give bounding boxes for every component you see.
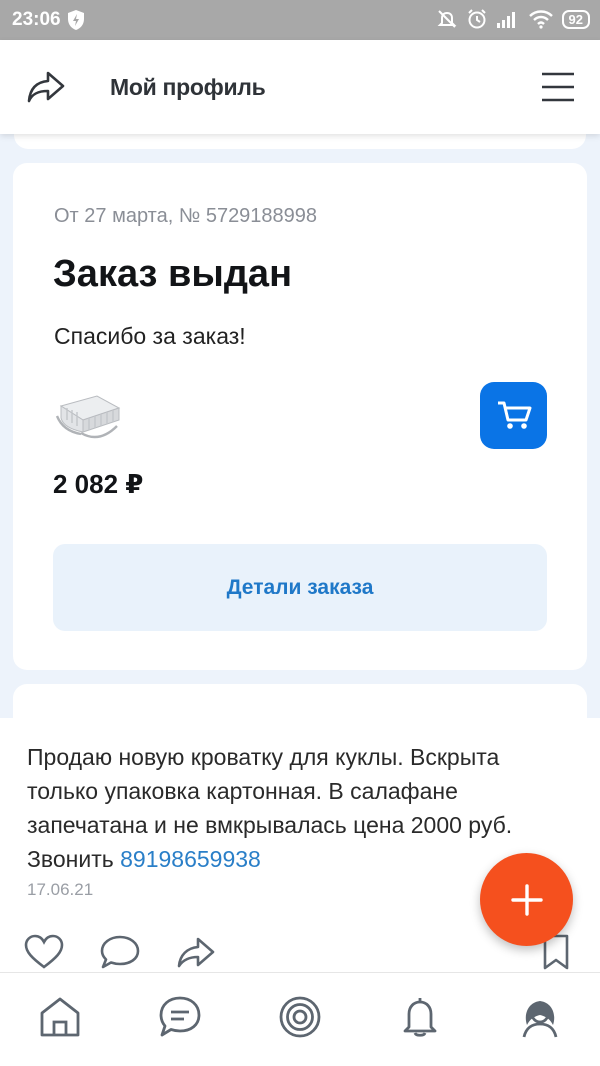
status-time: 23:06 bbox=[12, 9, 61, 30]
order-card[interactable]: От 27 марта, № 5729188998 Заказ выдан Сп… bbox=[13, 163, 587, 670]
share-icon[interactable] bbox=[26, 69, 66, 105]
signal-icon bbox=[496, 12, 515, 28]
create-post-button[interactable] bbox=[480, 853, 573, 946]
post-date: 17.06.21 bbox=[27, 880, 94, 899]
add-to-cart-button[interactable] bbox=[480, 382, 547, 449]
messages-icon[interactable] bbox=[158, 995, 202, 1039]
status-icons: 92 bbox=[436, 8, 590, 30]
status-bar: 23:06 92 bbox=[0, 0, 600, 40]
target-icon[interactable] bbox=[278, 995, 322, 1039]
comment-icon[interactable] bbox=[100, 934, 140, 970]
battery-icon: 92 bbox=[561, 9, 590, 29]
post-phone-link[interactable]: 89198659938 bbox=[120, 846, 261, 872]
cart-icon bbox=[497, 401, 531, 429]
post-body: Продаю новую кроватку для куклы. Вскрыта… bbox=[27, 744, 513, 872]
home-icon[interactable] bbox=[38, 995, 82, 1039]
post-text: Продаю новую кроватку для куклы. Вскрыта… bbox=[27, 740, 567, 876]
bottom-navigation bbox=[0, 972, 600, 1066]
wifi-icon bbox=[528, 10, 553, 29]
order-thanks: Спасибо за заказ! bbox=[54, 323, 246, 349]
order-status: Заказ выдан bbox=[53, 253, 293, 295]
page-title: Мой профиль bbox=[110, 74, 266, 100]
like-icon[interactable] bbox=[24, 934, 64, 970]
mute-icon bbox=[437, 10, 456, 28]
order-meta: От 27 марта, № 5729188998 bbox=[54, 205, 318, 227]
order-price: 2 082 ₽ bbox=[53, 469, 144, 499]
previous-card bbox=[14, 134, 586, 149]
repost-icon[interactable] bbox=[176, 934, 216, 970]
plus-icon bbox=[510, 883, 543, 916]
profile-icon[interactable] bbox=[518, 995, 562, 1039]
shield-icon bbox=[68, 10, 84, 30]
doll-crib-thumbnail[interactable] bbox=[53, 386, 123, 442]
order-details-button[interactable]: Детали заказа bbox=[53, 544, 547, 631]
app-header: Мой профиль bbox=[0, 40, 600, 134]
alarm-icon bbox=[467, 9, 486, 29]
menu-icon[interactable] bbox=[540, 70, 576, 104]
notifications-icon[interactable] bbox=[398, 995, 442, 1039]
